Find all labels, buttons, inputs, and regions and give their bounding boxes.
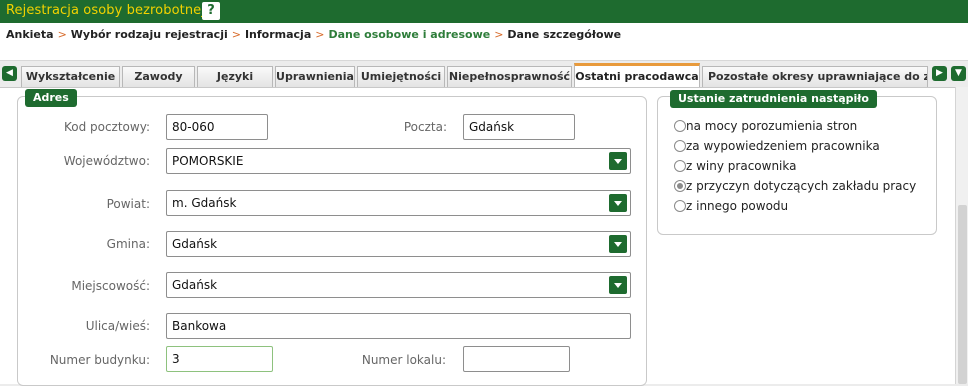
chevron-down-icon[interactable] xyxy=(609,152,627,170)
radio-icon[interactable] xyxy=(674,160,686,172)
breadcrumb-separator: > xyxy=(57,28,67,41)
tab-ostatni-pracodawca[interactable]: Ostatni pracodawca xyxy=(574,63,700,89)
radio-option-porozumienie[interactable]: na mocy porozumienia stron xyxy=(674,119,857,137)
commune-label: Gmina: xyxy=(106,237,150,251)
post-office-input[interactable]: Gdańsk xyxy=(463,114,575,140)
chevron-down-icon[interactable] xyxy=(609,235,627,253)
commune-value: Gdańsk xyxy=(172,237,218,251)
tab-zawody[interactable]: Zawody xyxy=(122,66,195,88)
tab-pozostale-okresy[interactable]: Pozostałe okresy uprawniające do zasi xyxy=(702,66,928,88)
address-legend: Adres xyxy=(25,89,77,107)
county-label: Powiat: xyxy=(106,197,150,211)
locality-select[interactable]: Gdańsk xyxy=(166,272,631,298)
street-input[interactable]: Bankowa xyxy=(166,313,631,339)
county-value: m. Gdańsk xyxy=(172,196,237,210)
title-bar: Rejestracja osoby bezrobotnej ? xyxy=(0,0,968,23)
breadcrumb-item-ankieta[interactable]: Ankieta xyxy=(6,28,54,41)
voivodeship-select[interactable]: POMORSKIE xyxy=(166,148,631,174)
tab-jezyki[interactable]: Języki xyxy=(197,66,273,88)
tab-menu-chevron-down-icon[interactable]: ▼ xyxy=(951,66,966,81)
commune-select[interactable]: Gdańsk xyxy=(166,231,631,257)
radio-option-zaklad-pracy[interactable]: z przyczyn dotyczących zakładu pracy xyxy=(674,179,916,197)
building-number-input[interactable]: 3 xyxy=(166,346,273,372)
county-select[interactable]: m. Gdańsk xyxy=(166,190,631,216)
apartment-number-input[interactable] xyxy=(463,346,570,372)
radio-option-inny-powod[interactable]: z innego powodu xyxy=(674,199,788,217)
termination-legend: Ustanie zatrudnienia nastąpiło xyxy=(670,90,877,108)
breadcrumb-trail: Ankieta > Wybór rodzaju rejestracji > Inform… xyxy=(6,28,621,41)
chevron-down-icon[interactable] xyxy=(609,194,627,212)
locality-value: Gdańsk xyxy=(172,278,218,292)
radio-icon[interactable] xyxy=(674,140,686,152)
post-office-label: Poczta: xyxy=(403,120,447,134)
tab-scroll-right-icon[interactable]: ▶ xyxy=(932,66,947,81)
breadcrumb-item-dane-osobowe[interactable]: Dane osobowe i adresowe xyxy=(328,28,490,41)
street-label: Ulica/wieś: xyxy=(85,319,150,333)
building-number-label: Numer budynku: xyxy=(49,353,150,367)
postal-code-label: Kod pocztowy: xyxy=(63,120,150,134)
tab-umiejetnosci[interactable]: Umiejętności xyxy=(357,66,445,88)
breadcrumb-separator: > xyxy=(494,28,504,41)
postal-code-input[interactable]: 80-060 xyxy=(166,114,268,140)
locality-label: Miejscowość: xyxy=(71,279,150,293)
scrollbar-thumb[interactable] xyxy=(958,205,967,384)
tab-uprawnienia[interactable]: Uprawnienia xyxy=(275,66,355,88)
tab-bar: ◀ Wykształcenie Zawody Języki Uprawnieni… xyxy=(0,62,968,89)
breadcrumb-item-wybor-rodzaju[interactable]: Wybór rodzaju rejestracji xyxy=(71,28,228,41)
breadcrumb-item-dane-szczegolowe: Dane szczegółowe xyxy=(507,28,622,41)
breadcrumb: Ankieta > Wybór rodzaju rejestracji > Inform… xyxy=(0,23,968,61)
voivodeship-label: Województwo: xyxy=(63,154,150,168)
radio-checked-icon[interactable] xyxy=(674,180,686,192)
radio-label: z przyczyn dotyczących zakładu pracy xyxy=(686,179,917,193)
vertical-scrollbar[interactable] xyxy=(955,87,968,384)
breadcrumb-separator: > xyxy=(315,28,325,41)
radio-option-z-winy[interactable]: z winy pracownika xyxy=(674,159,796,177)
tab-wyksztalcenie[interactable]: Wykształcenie xyxy=(21,66,120,88)
voivodeship-value: POMORSKIE xyxy=(172,154,244,168)
help-button[interactable]: ? xyxy=(202,2,220,20)
radio-label: z winy pracownika xyxy=(686,159,797,173)
tab-niepelnosprawnosc[interactable]: Niepełnosprawność xyxy=(447,66,572,88)
chevron-down-icon[interactable] xyxy=(609,276,627,294)
app-title: Rejestracja osoby bezrobotnej xyxy=(6,3,205,18)
radio-icon[interactable] xyxy=(674,120,686,132)
radio-label: na mocy porozumienia stron xyxy=(686,119,858,133)
breadcrumb-item-informacja[interactable]: Informacja xyxy=(245,28,311,41)
radio-label: za wypowiedzeniem pracownika xyxy=(686,139,880,153)
apartment-number-label: Numer lokalu: xyxy=(361,353,446,367)
breadcrumb-separator: > xyxy=(231,28,241,41)
tab-scroll-left-icon[interactable]: ◀ xyxy=(2,66,17,81)
radio-icon[interactable] xyxy=(674,200,686,212)
radio-option-wypowiedzenie[interactable]: za wypowiedzeniem pracownika xyxy=(674,139,880,157)
radio-label: z innego powodu xyxy=(686,199,789,213)
